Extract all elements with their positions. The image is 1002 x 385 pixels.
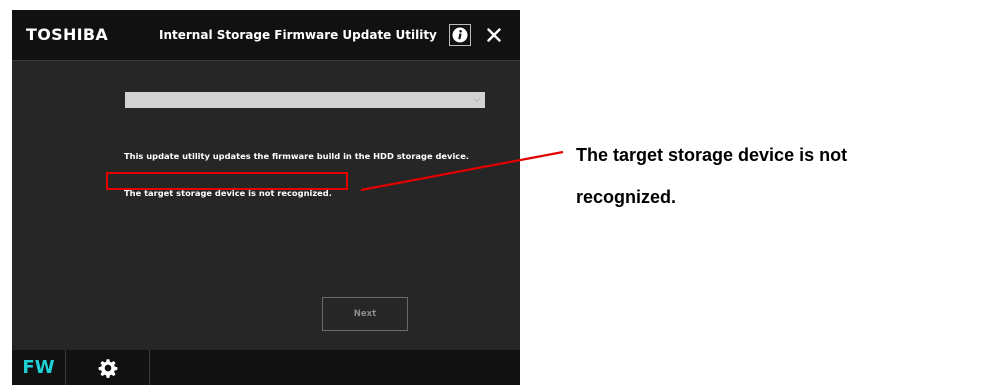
title-bar: TOSHIBA Internal Storage Firmware Update… <box>12 10 520 61</box>
info-button[interactable] <box>449 24 471 46</box>
callout-line-2: recognized. <box>576 187 677 207</box>
bottom-bar: FW <box>12 350 520 385</box>
app-window: TOSHIBA Internal Storage Firmware Update… <box>12 10 520 385</box>
chevron-down-icon <box>473 98 481 103</box>
status-message: The target storage device is not recogni… <box>124 188 332 198</box>
gear-icon <box>98 358 117 378</box>
info-button-frame <box>449 24 471 46</box>
drive-select[interactable] <box>125 92 485 108</box>
close-icon <box>487 28 501 42</box>
callout-text: The target storage device is not recogni… <box>576 134 992 218</box>
brand-logo: TOSHIBA <box>26 25 109 44</box>
next-button[interactable]: Next <box>322 297 408 331</box>
tab-firmware[interactable]: FW <box>12 350 66 385</box>
window-title: Internal Storage Firmware Update Utility <box>159 28 437 42</box>
fw-tab-label: FW <box>22 357 55 378</box>
close-button[interactable] <box>482 22 506 48</box>
tab-settings[interactable] <box>66 350 150 385</box>
description-text: This update utility updates the firmware… <box>124 151 469 161</box>
callout-line-1: The target storage device is not <box>576 145 848 165</box>
